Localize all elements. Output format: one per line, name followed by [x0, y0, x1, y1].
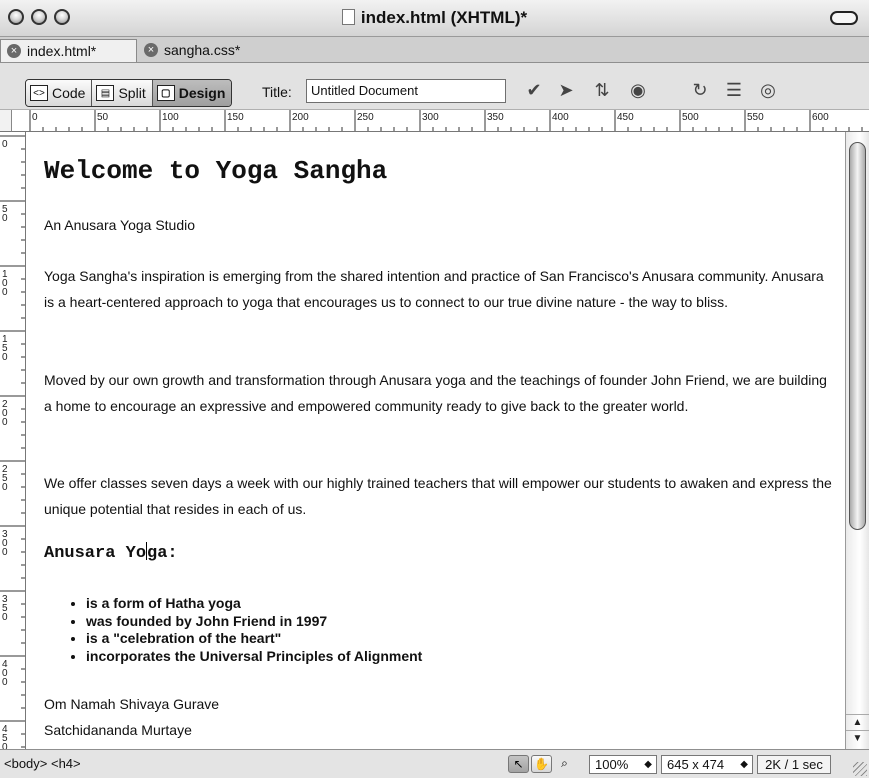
design-view-canvas[interactable]: Welcome to Yoga Sangha An Anusara Yoga S…: [26, 132, 845, 749]
tab-label: sangha.css*: [164, 42, 241, 58]
design-view-button[interactable]: ▢ Design: [152, 80, 232, 106]
list-item: is a form of Hatha yoga: [86, 595, 422, 613]
vertical-ruler: 050100150200250300350400450: [0, 132, 26, 749]
document-toolbar: <> Code ▤ Split ▢ Design Title: Untitled…: [0, 63, 869, 110]
horizontal-ruler: 0 50 100 150 200 250 300 350 400 450 500 550 600: [12, 110, 869, 132]
scroll-down-arrow-icon[interactable]: ▼: [846, 730, 869, 747]
list-item: is a "celebration of the heart": [86, 630, 422, 648]
window-size-value: 645 x 474: [667, 757, 725, 772]
tab-sangha-css[interactable]: × sangha.css*: [138, 39, 258, 62]
zoom-tool-icon[interactable]: ⌕: [554, 755, 575, 773]
zoom-select[interactable]: 100% ◆: [589, 755, 657, 774]
stepper-icon: ◆: [644, 759, 652, 770]
closing-line-2: Satchidananda Murtaye: [44, 722, 192, 738]
closing-line-1: Om Namah Shivaya Gurave: [44, 696, 220, 712]
view-options-icon[interactable]: ☰: [720, 78, 748, 102]
window-title-text: index.html (XHTML)*: [360, 8, 528, 27]
list-item: was founded by John Friend in 1997: [86, 613, 422, 631]
file-management-icon[interactable]: ⇅: [588, 78, 616, 102]
scrollbar-thumb[interactable]: [849, 142, 866, 530]
ruler-label: 0: [2, 547, 8, 558]
hand-tool-icon[interactable]: ✋: [531, 755, 552, 773]
resize-grip-icon[interactable]: [853, 762, 867, 776]
status-bar: <body> <h4> ↖ ✋ ⌕ 100% ◆ 645 x 474 ◆ 2K / …: [0, 749, 869, 778]
ruler-label: 0: [2, 612, 8, 623]
ruler-label: 0: [2, 213, 8, 224]
subtitle-paragraph: An Anusara Yoga Studio: [44, 217, 196, 233]
ruler-label: 600: [812, 112, 829, 123]
ruler-corner[interactable]: [0, 110, 12, 132]
vertical-ruler-ticks: 050100150200250300350400450: [0, 135, 25, 749]
ruler-label: 0: [2, 352, 8, 363]
close-tab-icon[interactable]: ×: [7, 44, 21, 58]
design-view-label: Design: [178, 85, 226, 101]
vertical-scrollbar[interactable]: ▲ ▼: [845, 132, 869, 749]
ruler-label: 450: [617, 112, 634, 123]
page-heading: Welcome to Yoga Sangha: [44, 156, 388, 186]
browser-check-icon[interactable]: ➤: [552, 78, 580, 102]
stepper-icon: ◆: [740, 759, 748, 770]
refresh-icon[interactable]: ↻: [686, 78, 714, 102]
dreamweaver-document-window: index.html (XHTML)* × index.html* × sang…: [0, 0, 869, 778]
document-icon: [341, 9, 355, 25]
ruler-label: 400: [552, 112, 569, 123]
document-title-input[interactable]: Untitled Document: [306, 79, 506, 103]
code-view-label: Code: [52, 85, 86, 101]
ruler-label: 500: [682, 112, 699, 123]
subheading-text-before-caret: Anusara Yo: [44, 544, 147, 563]
ruler-label: 0: [2, 482, 8, 493]
anusara-subheading: Anusara Yoga:: [44, 542, 178, 563]
download-size-indicator: 2K / 1 sec: [757, 755, 831, 774]
ruler-label: 0: [32, 112, 38, 123]
code-view-icon: <>: [30, 85, 48, 101]
preview-in-browser-icon[interactable]: ◉: [624, 78, 652, 102]
list-item: incorporates the Universal Principles of…: [86, 648, 422, 666]
scroll-up-arrow-icon[interactable]: ▲: [846, 714, 869, 731]
window-title: index.html (XHTML)*: [0, 8, 869, 28]
visual-aids-icon[interactable]: ◎: [754, 78, 782, 102]
title-bar: index.html (XHTML)*: [0, 0, 869, 37]
ruler-label: 250: [357, 112, 374, 123]
select-tool-icon[interactable]: ↖: [508, 755, 529, 773]
ruler-label: 50: [97, 112, 109, 123]
intro-paragraph: Yoga Sangha's inspiration is emerging fr…: [44, 268, 824, 310]
ruler-label: 350: [487, 112, 504, 123]
split-view-label: Split: [118, 85, 146, 101]
ruler-label: 0: [2, 417, 8, 428]
validate-icon[interactable]: ✔: [520, 78, 548, 102]
horizontal-ruler-ticks: 0 50 100 150 200 250 300 350 400 450 500 550 600: [29, 110, 863, 131]
tag-selector[interactable]: <body> <h4>: [4, 756, 81, 771]
ruler-label: 200: [292, 112, 309, 123]
growth-paragraph: Moved by our own growth and transformati…: [44, 372, 827, 414]
view-mode-buttons: <> Code ▤ Split ▢ Design: [25, 79, 233, 107]
document-tab-bar: × index.html* × sangha.css*: [0, 37, 869, 63]
ruler-label: 100: [162, 112, 179, 123]
ruler-label: 0: [2, 677, 8, 688]
ruler-label: 300: [422, 112, 439, 123]
toolbar-toggle-button[interactable]: [830, 11, 858, 25]
title-label: Title:: [262, 84, 292, 100]
classes-paragraph: We offer classes seven days a week with …: [44, 475, 832, 517]
zoom-value: 100%: [595, 757, 629, 772]
close-tab-icon[interactable]: ×: [144, 43, 158, 57]
split-view-button[interactable]: ▤ Split: [92, 80, 153, 106]
tab-label: index.html*: [27, 43, 97, 59]
ruler-label: 0: [2, 742, 8, 749]
ruler-label: 0: [2, 139, 8, 150]
subheading-text-after-caret: ga:: [147, 544, 178, 563]
ruler-label: 150: [227, 112, 244, 123]
ruler-label: 0: [2, 287, 8, 298]
code-view-button[interactable]: <> Code: [26, 80, 93, 106]
window-size-select[interactable]: 645 x 474 ◆: [661, 755, 753, 774]
split-view-icon: ▤: [96, 85, 115, 101]
anusara-facts-list: is a form of Hatha yoga was founded by J…: [44, 595, 422, 665]
ruler-label: 550: [747, 112, 764, 123]
tab-index-html[interactable]: × index.html*: [0, 39, 137, 62]
design-view-icon: ▢: [156, 85, 175, 101]
